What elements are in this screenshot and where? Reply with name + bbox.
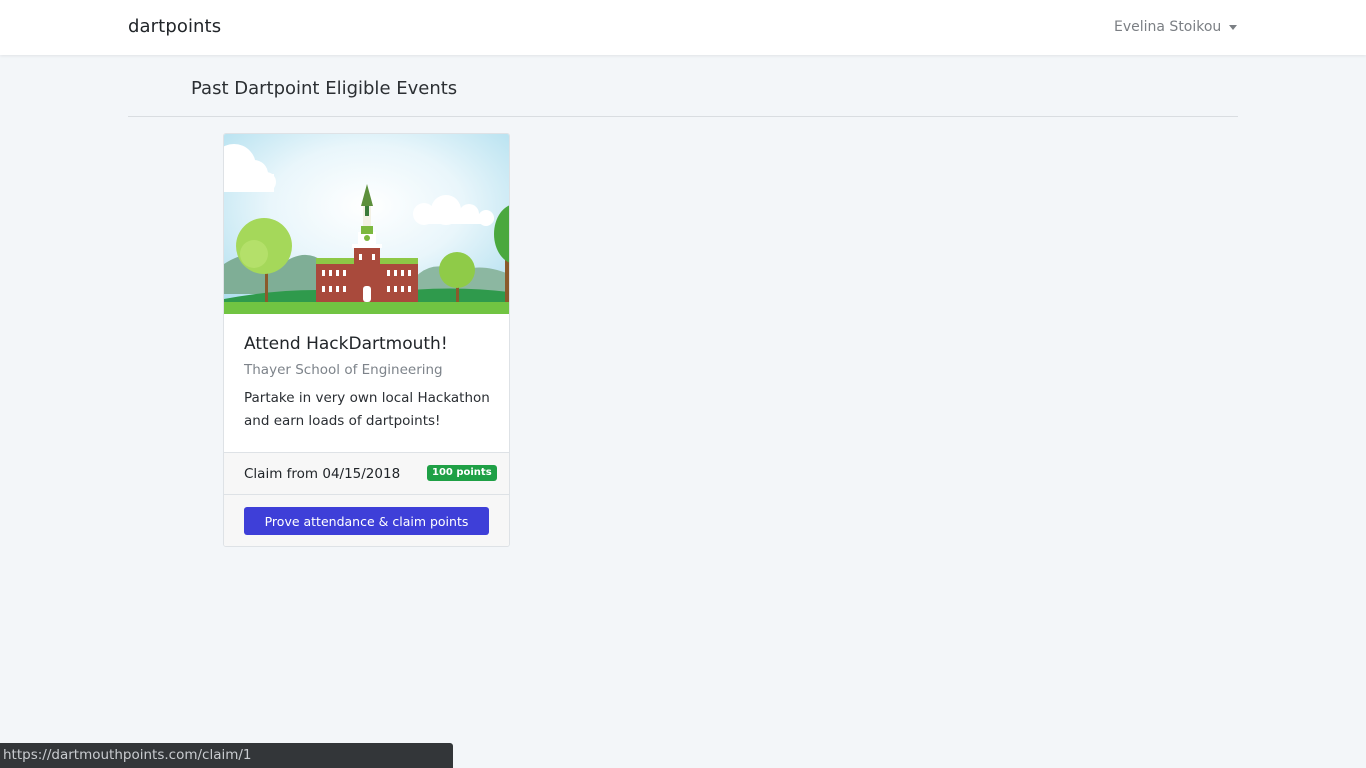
- event-title: Attend HackDartmouth!: [244, 334, 448, 354]
- event-card-body: Attend HackDartmouth! Thayer School of E…: [224, 314, 509, 452]
- brand-link[interactable]: dartpoints: [128, 16, 221, 37]
- event-action-footer: Prove attendance & claim points: [224, 494, 509, 546]
- event-description: Partake in very own local Hackathon and …: [244, 390, 490, 429]
- top-navbar: dartpoints Evelina Stoikou: [0, 0, 1366, 55]
- heading-divider: [128, 116, 1238, 117]
- browser-status-bar: https://dartmouthpoints.com/claim/1: [0, 743, 453, 768]
- user-dropdown[interactable]: Evelina Stoikou: [1114, 19, 1238, 35]
- caret-down-icon: [1229, 25, 1238, 30]
- claim-date: Claim from 04/15/2018: [244, 466, 401, 482]
- event-illustration: [224, 134, 509, 314]
- event-card: Attend HackDartmouth! Thayer School of E…: [223, 133, 510, 547]
- event-location: Thayer School of Engineering: [244, 362, 443, 378]
- claim-points-button[interactable]: Prove attendance & claim points: [244, 507, 489, 535]
- event-claim-footer: Claim from 04/15/2018 100 points: [224, 452, 509, 494]
- points-badge: 100 points: [427, 465, 497, 481]
- user-name: Evelina Stoikou: [1114, 19, 1222, 35]
- page-title: Past Dartpoint Eligible Events: [191, 78, 458, 99]
